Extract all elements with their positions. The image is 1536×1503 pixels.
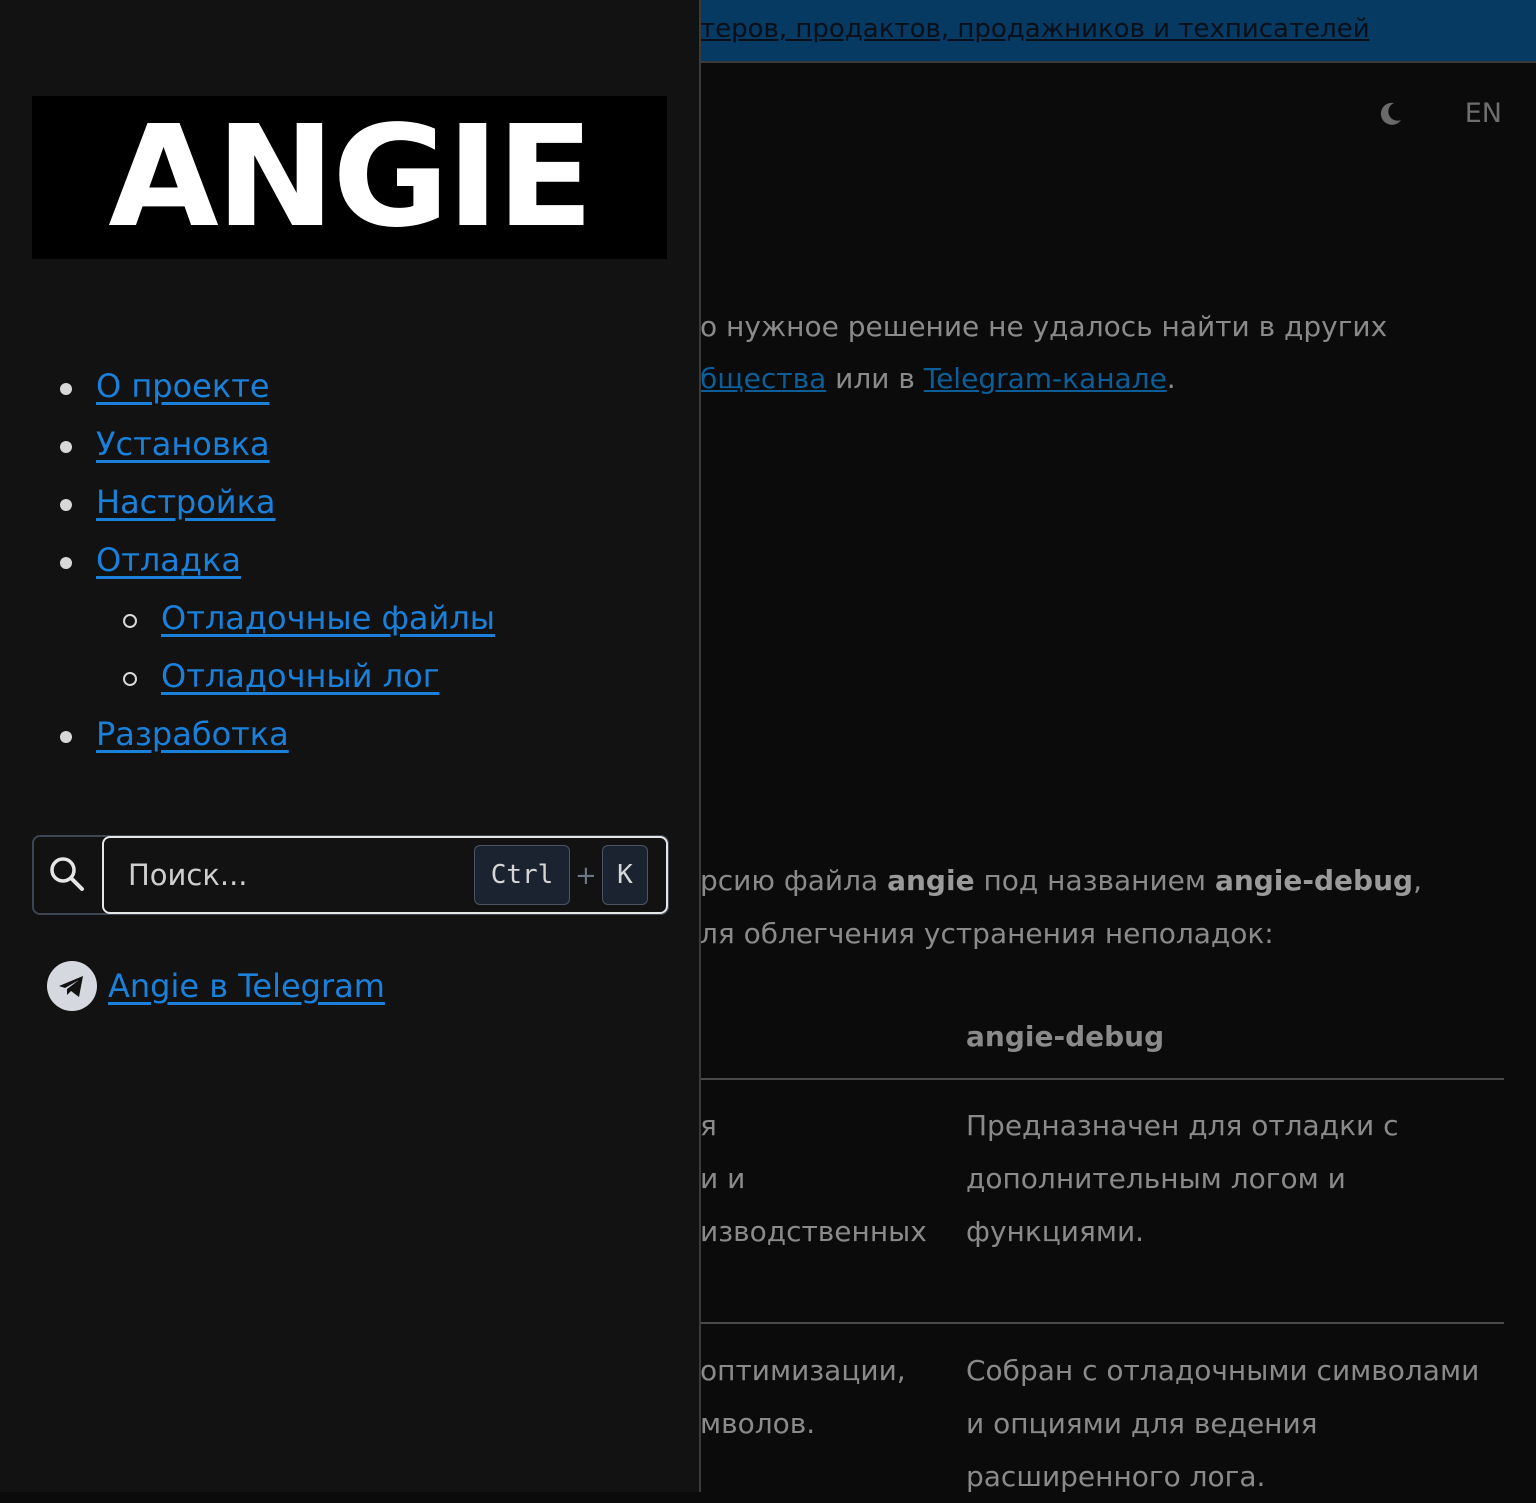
search-input[interactable] xyxy=(126,854,460,896)
nav-link-debug-files[interactable]: Отладочные файлы xyxy=(161,599,495,637)
nav-link-debug-log[interactable]: Отладочный лог xyxy=(161,657,440,695)
moon-icon[interactable] xyxy=(1377,101,1403,127)
nav-menu: О проекте Установка Настройка Отладка От… xyxy=(0,370,495,776)
table-cell: Собран с отладочными символами и опциями… xyxy=(966,1344,1479,1503)
community-link[interactable]: бщества xyxy=(700,362,826,395)
table-divider xyxy=(700,1078,1504,1080)
nav-link-debug[interactable]: Отладка xyxy=(96,541,241,579)
cell-line: Предназначен для отладки с xyxy=(966,1109,1399,1142)
search-icon[interactable] xyxy=(48,855,86,893)
nav-subitem-debug-log: Отладочный лог xyxy=(0,660,495,718)
paragraph-line: бщества или в Telegram-канале. xyxy=(700,362,1176,395)
nav-link-install[interactable]: Установка xyxy=(96,425,270,463)
nav-link-about[interactable]: О проекте xyxy=(96,367,270,405)
table-cell: я и и изводственных xyxy=(700,1099,927,1258)
shortcut-key-k: K xyxy=(602,845,648,905)
cell-line: и и xyxy=(700,1162,746,1195)
telegram-icon[interactable] xyxy=(46,960,98,1012)
nav-item-install: Установка xyxy=(0,428,495,486)
logo-text: ANGIE xyxy=(108,95,594,259)
table-header-cell: angie-debug xyxy=(966,1020,1165,1053)
nav-subitem-debug-files: Отладочные файлы xyxy=(0,602,495,660)
paragraph-line: рсию файла angie под названием angie-deb… xyxy=(700,864,1422,897)
paragraph-text: под названием xyxy=(974,864,1215,897)
shortcut-plus: + xyxy=(575,861,597,891)
paragraph-text: или в xyxy=(826,362,924,395)
cell-line: оптимизации, xyxy=(700,1354,906,1387)
cell-line: дополнительным логом и xyxy=(966,1162,1346,1195)
nav-item-about: О проекте xyxy=(0,370,495,428)
cell-line: изводственных xyxy=(700,1215,927,1248)
paragraph-line: о нужное решение не удалось найти в друг… xyxy=(700,310,1388,343)
search-bar: Ctrl + K xyxy=(32,835,669,915)
header-controls: EN xyxy=(1377,98,1502,129)
language-switch[interactable]: EN xyxy=(1465,98,1502,129)
nav-item-debug: Отладка xyxy=(0,544,495,602)
cell-line: расширенного лога. xyxy=(966,1460,1266,1493)
search-field[interactable]: Ctrl + K xyxy=(102,836,668,914)
banner-link[interactable]: теров, продактов, продажников и техписат… xyxy=(700,14,1370,44)
cell-line: я xyxy=(700,1109,717,1142)
paragraph-text: , xyxy=(1413,864,1422,897)
paragraph-text: . xyxy=(1166,362,1176,395)
paragraph-line: ля облегчения устранения неполадок: xyxy=(700,917,1274,950)
table-divider xyxy=(700,1322,1504,1324)
nav-item-config: Настройка xyxy=(0,486,495,544)
nav-link-config[interactable]: Настройка xyxy=(96,483,276,521)
shortcut-key-ctrl: Ctrl xyxy=(474,845,570,905)
paragraph-text: рсию файла xyxy=(700,864,888,897)
telegram-channel-link[interactable]: Telegram-канале xyxy=(924,362,1167,395)
table-cell: Предназначен для отладки с дополнительны… xyxy=(966,1099,1398,1258)
telegram-link-row: Angie в Telegram xyxy=(46,960,385,1012)
cell-line: и опциями для ведения xyxy=(966,1407,1318,1440)
cell-line: мволов. xyxy=(700,1407,816,1440)
code-term: angie-debug xyxy=(1214,864,1414,897)
navigation-drawer: ANGIE О проекте Установка Настройка Отла… xyxy=(0,0,701,1492)
telegram-link[interactable]: Angie в Telegram xyxy=(108,967,385,1005)
cell-line: функциями. xyxy=(966,1215,1145,1248)
table-cell: оптимизации, мволов. xyxy=(700,1344,906,1450)
angie-logo[interactable]: ANGIE xyxy=(32,96,667,259)
nav-link-development[interactable]: Разработка xyxy=(96,715,289,753)
cell-line: Собран с отладочными символами xyxy=(966,1354,1480,1387)
code-term: angie xyxy=(887,864,975,897)
nav-item-development: Разработка xyxy=(0,718,495,776)
